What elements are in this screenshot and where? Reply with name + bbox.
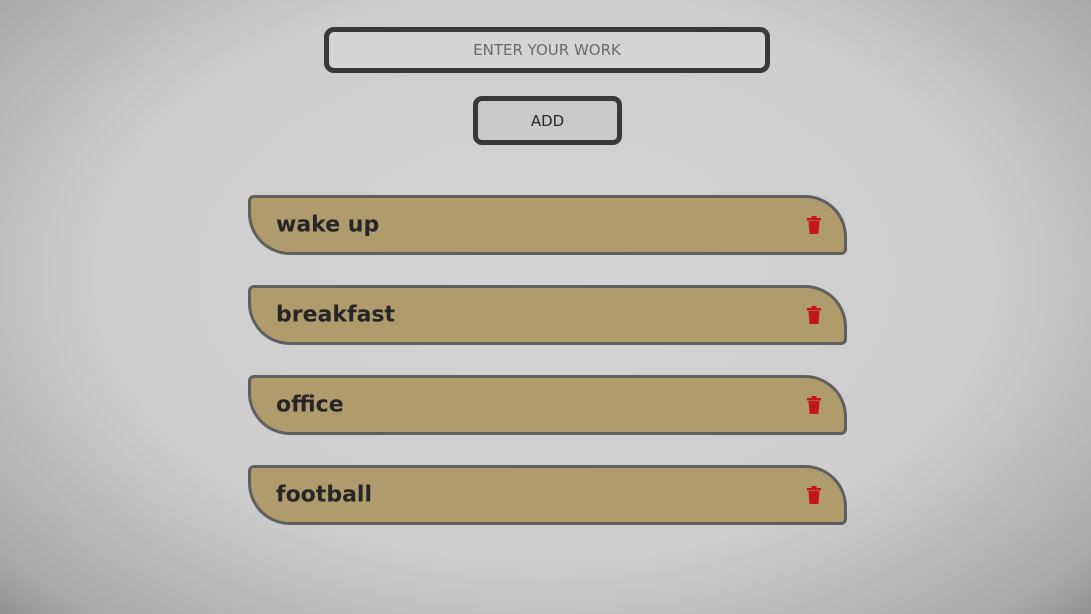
trash-icon[interactable] [806,486,822,504]
task-text: office [276,392,344,418]
add-button[interactable]: ADD [473,96,622,145]
trash-icon[interactable] [806,306,822,324]
trash-icon[interactable] [806,216,822,234]
work-input[interactable] [324,27,770,73]
task-text: wake up [276,212,380,238]
task-text: football [276,482,372,508]
list-item: wake up [248,195,847,255]
task-list: wake up breakfast office football [248,195,847,555]
list-item: football [248,465,847,525]
task-text: breakfast [276,302,396,328]
trash-icon[interactable] [806,396,822,414]
list-item: office [248,375,847,435]
list-item: breakfast [248,285,847,345]
